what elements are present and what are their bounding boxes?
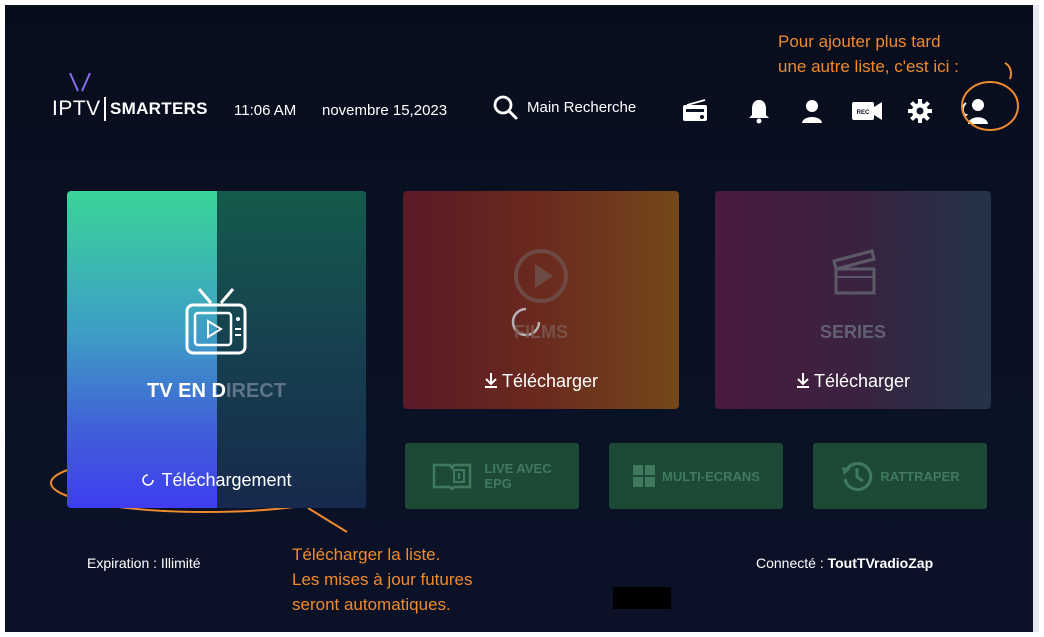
live-epg-card[interactable]: LIVE AVEC EPG	[405, 443, 579, 509]
series-download-button[interactable]: Télécharger	[715, 371, 991, 392]
live-tv-status: Téléchargement	[67, 470, 366, 491]
multi-screen-card[interactable]: MULTI-ECRANS	[609, 443, 783, 509]
right-edge-strip	[1033, 5, 1039, 632]
download-icon	[484, 373, 497, 388]
tv-icon	[185, 288, 247, 355]
films-label: FILMS	[514, 322, 568, 342]
connected-account: ToutTVradioZap	[827, 555, 934, 571]
films-card[interactable]: FILMS Télécharger	[403, 191, 679, 409]
annotation-line: seront automatiques.	[292, 595, 451, 614]
app-screen: IPTV SMARTERS 11:06 AM novembre 15,2023 …	[5, 5, 1039, 632]
play-icon	[514, 249, 568, 303]
history-icon	[842, 462, 873, 492]
connected-label: Connecté :	[756, 555, 824, 571]
live-tv-title-part: IRECT	[225, 380, 286, 402]
annotation-line: Les mises à jour futures	[292, 570, 473, 589]
live-epg-line: EPG	[484, 476, 512, 491]
series-download-label: Télécharger	[813, 371, 911, 391]
multi-screen-label: MULTI-ECRANS	[662, 468, 760, 484]
films-download-label: Télécharger	[501, 371, 599, 391]
live-tv-title-part: TV EN D	[147, 380, 226, 402]
live-tv-card[interactable]: TV EN DIRECT Téléchargement	[67, 191, 366, 508]
clapperboard-icon	[832, 249, 876, 295]
catchup-label: RATTRAPER	[880, 468, 960, 484]
annotation-line: Télécharger la liste.	[292, 545, 441, 564]
live-tv-title: TV EN DIRECT	[67, 380, 366, 403]
download-icon	[796, 373, 809, 388]
live-tv-status-text: Téléchargement	[161, 470, 292, 490]
catchup-card[interactable]: RATTRAPER	[813, 443, 987, 509]
connected-status: Connecté : ToutTVradioZap	[756, 555, 933, 571]
black-overlay-box	[613, 587, 671, 609]
loading-icon	[142, 474, 155, 486]
grid-icon	[633, 465, 655, 487]
annotation-line: une autre liste, c'est ici :	[778, 57, 959, 76]
epg-book-icon	[433, 463, 472, 491]
live-epg-label: LIVE AVEC EPG	[478, 461, 551, 491]
live-epg-line: LIVE AVEC	[484, 461, 552, 476]
films-download-button[interactable]: Télécharger	[403, 371, 679, 392]
expiration-text: Expiration : Illimité	[87, 555, 201, 571]
annotation-add-list: Pour ajouter plus tard une autre liste, …	[778, 29, 959, 79]
series-card[interactable]: SERIES Télécharger	[715, 191, 991, 409]
annotation-download-list: Télécharger la liste. Les mises à jour f…	[292, 542, 472, 617]
annotation-line: Pour ajouter plus tard	[778, 32, 941, 51]
series-label: SERIES	[819, 322, 887, 342]
